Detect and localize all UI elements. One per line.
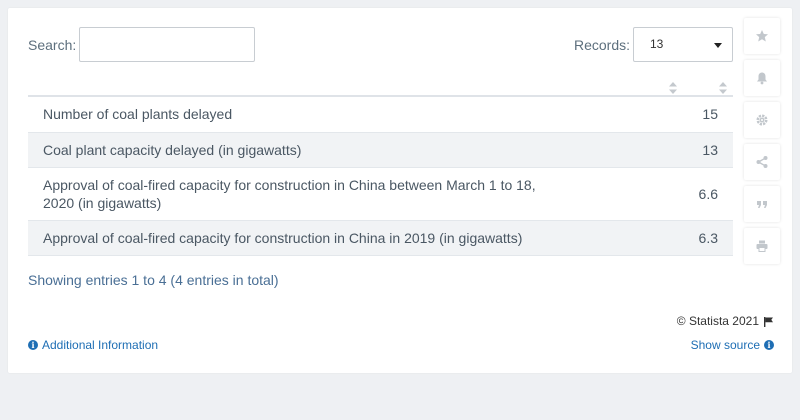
row-label: Number of coal plants delayed bbox=[28, 97, 648, 133]
copyright-text: © Statista 2021 bbox=[676, 314, 759, 328]
sort-label-column-icon[interactable] bbox=[669, 82, 677, 94]
chevron-down-icon bbox=[714, 43, 722, 48]
search-input[interactable] bbox=[79, 27, 255, 62]
print-icon bbox=[756, 240, 768, 252]
settings-button[interactable] bbox=[744, 102, 780, 138]
row-value: 6.6 bbox=[648, 167, 733, 221]
records-select[interactable]: 13 bbox=[633, 27, 733, 62]
table-row: Approval of coal-fired capacity for cons… bbox=[28, 220, 733, 256]
row-value: 6.3 bbox=[648, 220, 733, 256]
favorite-button[interactable] bbox=[744, 18, 780, 54]
bell-icon bbox=[757, 72, 767, 85]
show-source-label: Show source bbox=[690, 338, 760, 352]
quote-icon bbox=[757, 201, 767, 208]
sort-value-column-icon[interactable] bbox=[719, 82, 727, 94]
info-icon: i bbox=[28, 340, 38, 350]
row-value: 13 bbox=[648, 132, 733, 168]
additional-information-link[interactable]: i Additional Information bbox=[28, 338, 158, 352]
row-label: Coal plant capacity delayed (in gigawatt… bbox=[28, 132, 648, 168]
flag-icon[interactable] bbox=[763, 316, 774, 327]
table-row: Number of coal plants delayed 15 bbox=[28, 97, 733, 133]
star-icon bbox=[756, 30, 768, 42]
search-label: Search: bbox=[28, 37, 77, 53]
info-icon: i bbox=[764, 340, 774, 350]
table-row: Coal plant capacity delayed (in gigawatt… bbox=[28, 132, 733, 168]
share-icon bbox=[756, 156, 768, 168]
share-button[interactable] bbox=[744, 144, 780, 180]
print-button[interactable] bbox=[744, 228, 780, 264]
action-sidebar bbox=[744, 18, 780, 270]
data-table: Number of coal plants delayed 15 Coal pl… bbox=[28, 97, 733, 256]
row-label: Approval of coal-fired capacity for cons… bbox=[28, 167, 648, 221]
records-selected-value: 13 bbox=[650, 37, 664, 51]
records-label: Records: bbox=[574, 37, 631, 53]
cite-button[interactable] bbox=[744, 186, 780, 222]
show-source-link[interactable]: Show source i bbox=[691, 338, 774, 352]
row-value: 15 bbox=[648, 97, 733, 133]
notification-button[interactable] bbox=[744, 60, 780, 96]
additional-information-label: Additional Information bbox=[42, 338, 159, 352]
entries-summary: Showing entries 1 to 4 (4 entries in tot… bbox=[28, 272, 279, 288]
table-row: Approval of coal-fired capacity for cons… bbox=[28, 167, 733, 221]
gear-icon bbox=[756, 114, 768, 126]
row-label: Approval of coal-fired capacity for cons… bbox=[28, 220, 648, 256]
copyright: © Statista 2021 bbox=[677, 314, 774, 328]
